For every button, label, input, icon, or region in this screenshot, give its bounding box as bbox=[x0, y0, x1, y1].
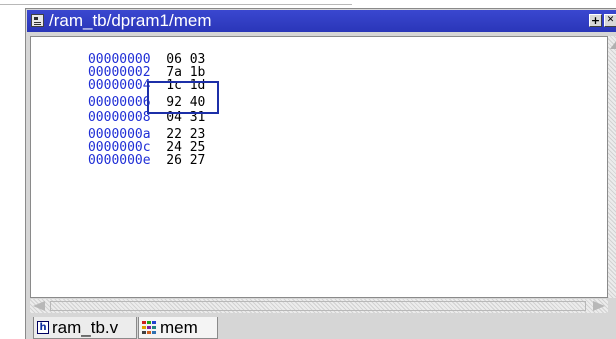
icon-cell bbox=[142, 326, 146, 329]
tab-mem[interactable]: mem bbox=[138, 317, 218, 339]
title-bar[interactable]: /ram_tb/dpram1/mem + ✕ bbox=[27, 10, 616, 32]
memory-row: 00000004 1c 1d bbox=[41, 66, 205, 92]
memory-window: /ram_tb/dpram1/mem + ✕ 00000000 06 03 00… bbox=[25, 8, 616, 339]
memory-address: 0000000e bbox=[87, 153, 151, 168]
icon-detail-box bbox=[34, 17, 38, 20]
tab-bar: h ram_tb.v mem bbox=[30, 315, 616, 339]
tab-label: ram_tb.v bbox=[52, 318, 119, 337]
icon-cell bbox=[152, 326, 156, 329]
icon-cell bbox=[147, 321, 151, 324]
dock-button[interactable]: + bbox=[589, 14, 602, 27]
icon-cell bbox=[152, 321, 156, 324]
scroll-right-icon[interactable] bbox=[593, 301, 605, 311]
icon-cell bbox=[147, 331, 151, 334]
memory-row: 0000000a 22 23 bbox=[41, 115, 205, 141]
icon-cell bbox=[152, 331, 156, 334]
memory-row: 0000000e 26 27 bbox=[41, 141, 205, 167]
memory-window-icon[interactable] bbox=[31, 14, 44, 27]
tab-ram-tb-v[interactable]: h ram_tb.v bbox=[33, 317, 137, 339]
window-title: /ram_tb/dpram1/mem bbox=[49, 11, 212, 30]
close-button[interactable]: ✕ bbox=[604, 14, 616, 27]
icon-cell bbox=[147, 326, 151, 329]
memory-row: 00000002 7a 1b bbox=[41, 53, 205, 79]
verilog-file-icon: h bbox=[37, 321, 49, 334]
memory-grid-icon bbox=[142, 321, 156, 334]
scroll-up-icon[interactable] bbox=[610, 40, 616, 49]
memory-row: 0000000c 24 25 bbox=[41, 128, 205, 154]
tab-label: mem bbox=[160, 318, 198, 337]
scrollbar-thumb[interactable] bbox=[50, 301, 586, 311]
scroll-left-icon[interactable] bbox=[33, 301, 45, 311]
highlight-box bbox=[147, 81, 219, 114]
icon-cell bbox=[142, 331, 146, 334]
top-edge-line bbox=[0, 4, 352, 5]
icon-detail-line bbox=[34, 24, 41, 25]
memory-list[interactable]: 00000000 06 03 00000002 7a 1b 00000004 1… bbox=[30, 36, 608, 298]
top-edge bbox=[0, 0, 616, 8]
memory-row: 00000000 06 03 bbox=[41, 40, 205, 66]
icon-detail-line bbox=[34, 22, 41, 23]
horizontal-scrollbar[interactable] bbox=[30, 299, 608, 313]
icon-cell bbox=[142, 321, 146, 324]
memory-values[interactable]: 26 27 bbox=[166, 153, 205, 168]
vertical-scrollbar[interactable] bbox=[608, 36, 616, 298]
